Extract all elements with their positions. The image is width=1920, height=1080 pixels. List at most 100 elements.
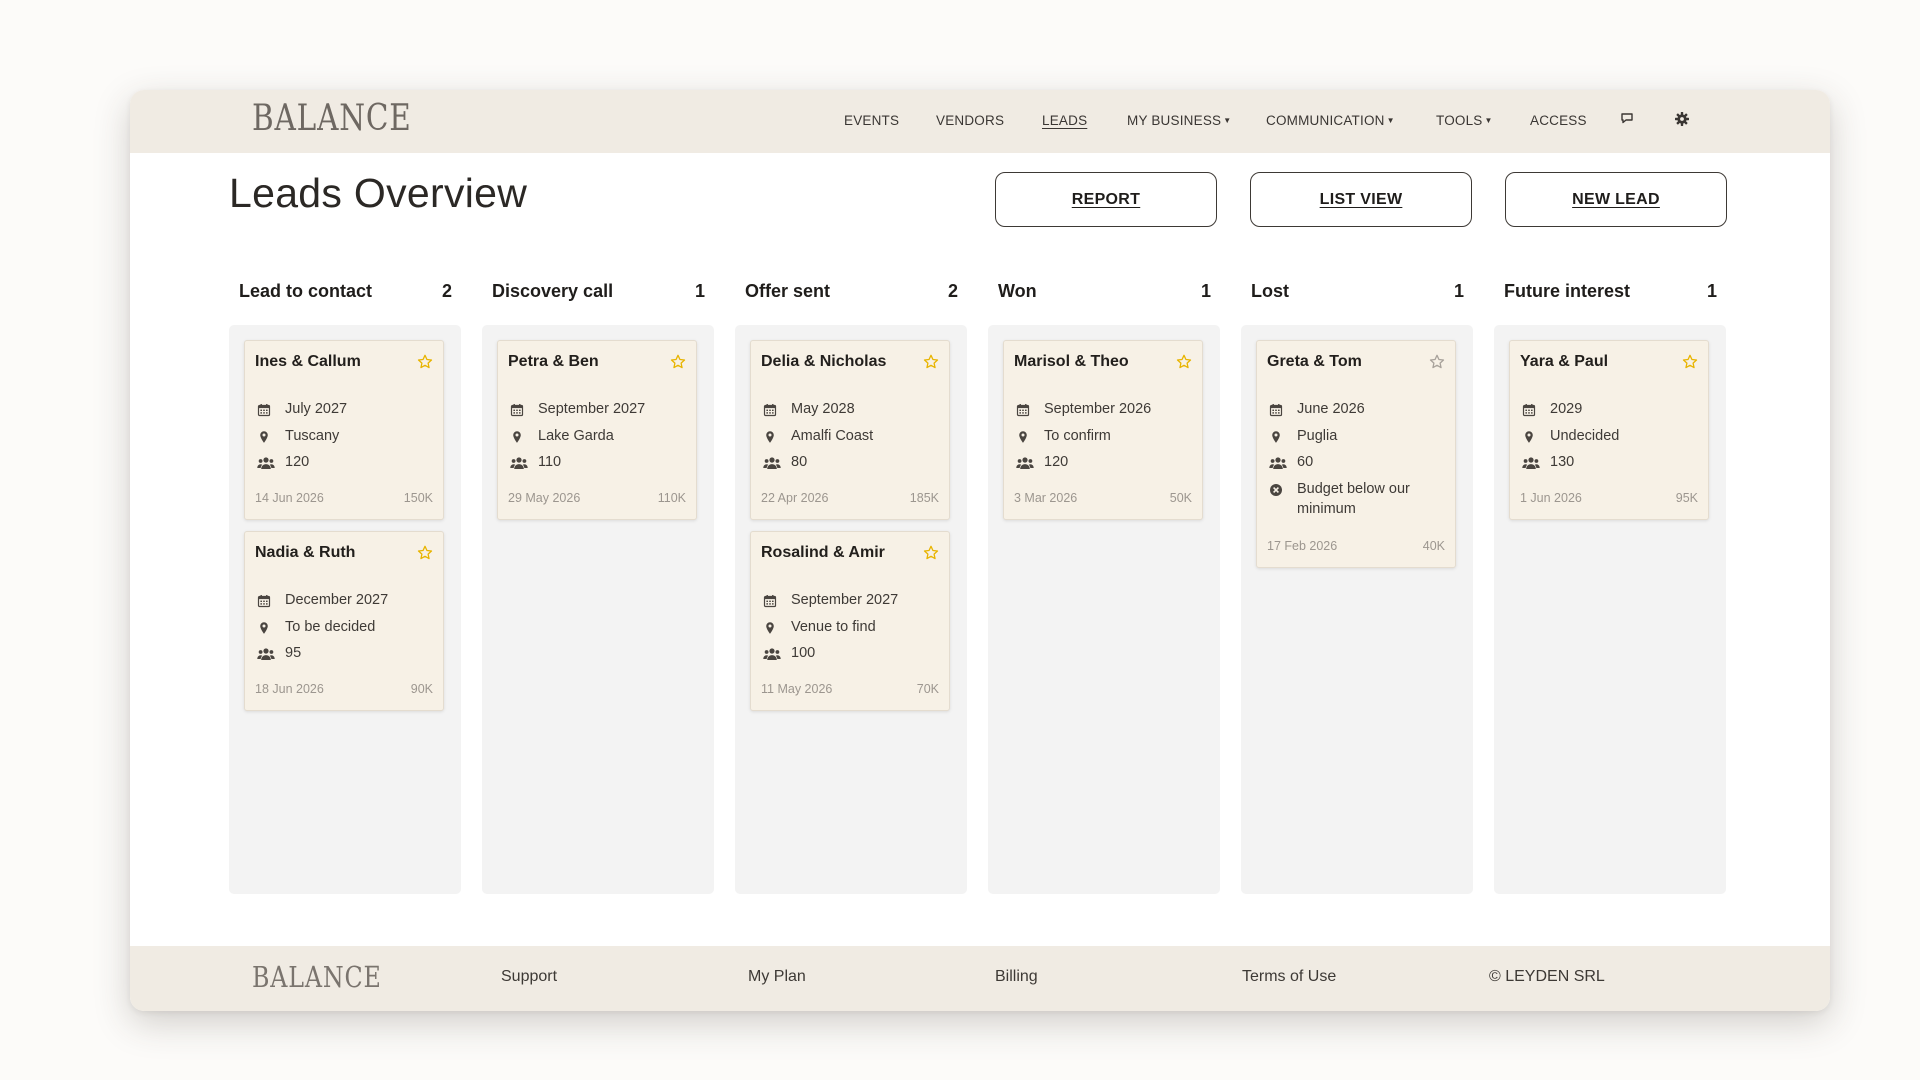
nav-communication[interactable]: COMMUNICATION ▼	[1266, 113, 1395, 128]
caret-down-icon: ▼	[1484, 116, 1493, 125]
lead-card[interactable]: Marisol & Theo September 2026 To confirm 12…	[1003, 340, 1203, 520]
gear-icon[interactable]	[1674, 111, 1690, 132]
lead-name: Greta & Tom	[1267, 353, 1362, 370]
column-title: Lead to contact	[239, 281, 373, 301]
lead-created-date: 29 May 2026	[508, 491, 581, 505]
star-icon[interactable]	[670, 354, 686, 375]
star-icon[interactable]	[923, 354, 939, 375]
lead-location: Tuscany	[285, 428, 340, 444]
location-pin-icon	[1522, 428, 1540, 444]
footer-logo: BALANCE	[252, 960, 382, 994]
lead-created-date: 22 Apr 2026	[761, 491, 829, 505]
lead-guests: 120	[285, 454, 310, 470]
column-header: Lead to contact 2	[239, 281, 452, 305]
report-button[interactable]: REPORT	[995, 172, 1217, 227]
star-icon[interactable]	[417, 545, 433, 566]
nav-vendors[interactable]: VENDORS	[936, 113, 1004, 128]
location-pin-icon	[257, 619, 275, 635]
list-view-button[interactable]: LIST VIEW	[1250, 172, 1472, 227]
lead-card[interactable]: Ines & Callum July 2027 Tuscany 120 14 Jun 2…	[244, 340, 444, 520]
lead-name: Rosalind & Amir	[761, 544, 885, 561]
lead-card[interactable]: Petra & Ben September 2027 Lake Garda 110 29…	[497, 340, 697, 520]
column-count: 2	[947, 281, 958, 301]
lead-created-date: 14 Jun 2026	[255, 491, 324, 505]
column-lead-to-contact[interactable]: Ines & Callum July 2027 Tuscany 120 14 Jun 2…	[229, 325, 461, 894]
column-lost[interactable]: Greta & Tom June 2026 Puglia 60 Budget below…	[1241, 325, 1473, 894]
users-icon	[1522, 454, 1540, 470]
lead-budget: 70K	[916, 682, 939, 696]
footer-link-my-plan[interactable]: My Plan	[748, 968, 806, 986]
lead-location: Lake Garda	[538, 428, 614, 444]
lead-guests: 120	[1044, 454, 1069, 470]
nav-access[interactable]: ACCESS	[1530, 113, 1587, 128]
column-header: Lost 1	[1251, 281, 1464, 305]
lead-location: To confirm	[1044, 428, 1111, 444]
lead-budget: 40K	[1422, 539, 1445, 553]
column-count: 1	[1200, 281, 1211, 301]
lead-created-date: 18 Jun 2026	[255, 682, 324, 696]
new-lead-button[interactable]: NEW LEAD	[1505, 172, 1727, 227]
lead-location: To be decided	[285, 619, 376, 635]
footer-link-terms[interactable]: Terms of Use	[1242, 968, 1336, 986]
chat-icon[interactable]	[1620, 111, 1634, 130]
users-icon	[257, 454, 275, 470]
lead-month: July 2027	[285, 401, 348, 417]
column-won[interactable]: Marisol & Theo September 2026 To confirm 12…	[988, 325, 1220, 894]
nav-leads[interactable]: LEADS	[1042, 113, 1087, 128]
lead-card[interactable]: Greta & Tom June 2026 Puglia 60 Budget below…	[1256, 340, 1456, 568]
nav-tools-label: TOOLS	[1436, 113, 1483, 128]
star-icon[interactable]	[417, 354, 433, 375]
lead-created-date: 11 May 2026	[761, 682, 833, 696]
star-icon[interactable]	[1429, 354, 1445, 375]
calendar-icon	[257, 401, 275, 417]
users-icon	[763, 645, 781, 661]
lead-month: 2029	[1550, 401, 1583, 417]
calendar-icon	[510, 401, 528, 417]
star-icon[interactable]	[923, 545, 939, 566]
footer: BALANCE Support My Plan Billing Terms of…	[130, 946, 1830, 1011]
caret-down-icon: ▼	[1386, 116, 1395, 125]
calendar-icon	[257, 592, 275, 608]
column-title: Offer sent	[745, 281, 831, 301]
nav-my-business[interactable]: MY BUSINESS ▼	[1127, 113, 1231, 128]
users-icon	[510, 454, 528, 470]
nav-communication-label: COMMUNICATION	[1266, 113, 1385, 128]
lead-guests: 130	[1550, 454, 1575, 470]
column-discovery-call[interactable]: Petra & Ben September 2027 Lake Garda 110 29…	[482, 325, 714, 894]
lead-card[interactable]: Delia & Nicholas May 2028 Amalfi Coast 80 22…	[750, 340, 950, 520]
lead-name: Delia & Nicholas	[761, 353, 887, 370]
column-future-interest[interactable]: Yara & Paul 2029 Undecided 130 1 Jun 2026 95K	[1494, 325, 1726, 894]
lead-card[interactable]: Rosalind & Amir September 2027 Venue to fi…	[750, 531, 950, 711]
column-title: Won	[998, 281, 1037, 301]
lead-name: Marisol & Theo	[1014, 353, 1129, 370]
column-count: 2	[441, 281, 452, 301]
location-pin-icon	[1016, 428, 1034, 444]
lead-budget: 90K	[410, 682, 433, 696]
footer-link-billing[interactable]: Billing	[995, 968, 1038, 986]
lead-month: September 2027	[791, 592, 899, 608]
location-pin-icon	[763, 428, 781, 444]
lead-month: December 2027	[285, 592, 389, 608]
lead-month: June 2026	[1297, 401, 1365, 417]
lead-card[interactable]: Nadia & Ruth December 2027 To be decided 95…	[244, 531, 444, 711]
column-offer-sent[interactable]: Delia & Nicholas May 2028 Amalfi Coast 80 22…	[735, 325, 967, 894]
footer-link-support[interactable]: Support	[501, 968, 557, 986]
column-count: 1	[1706, 281, 1717, 301]
column-header: Discovery call 1	[492, 281, 705, 305]
column-header: Future interest 1	[1504, 281, 1717, 305]
calendar-icon	[1522, 401, 1540, 417]
star-icon[interactable]	[1682, 354, 1698, 375]
column-title: Discovery call	[492, 281, 614, 301]
star-icon[interactable]	[1176, 354, 1192, 375]
location-pin-icon	[510, 428, 528, 444]
nav-events[interactable]: EVENTS	[844, 113, 899, 128]
lead-location: Venue to find	[791, 619, 876, 635]
caret-down-icon: ▼	[1223, 116, 1232, 125]
nav-tools[interactable]: TOOLS ▼	[1436, 113, 1493, 128]
copyright: © LEYDEN SRL	[1489, 968, 1605, 985]
nav-my-business-label: MY BUSINESS	[1127, 113, 1222, 128]
lead-name: Yara & Paul	[1520, 353, 1609, 370]
lead-budget: 150K	[403, 491, 433, 505]
lead-guests: 60	[1297, 454, 1314, 470]
lead-card[interactable]: Yara & Paul 2029 Undecided 130 1 Jun 2026 95K	[1509, 340, 1709, 520]
